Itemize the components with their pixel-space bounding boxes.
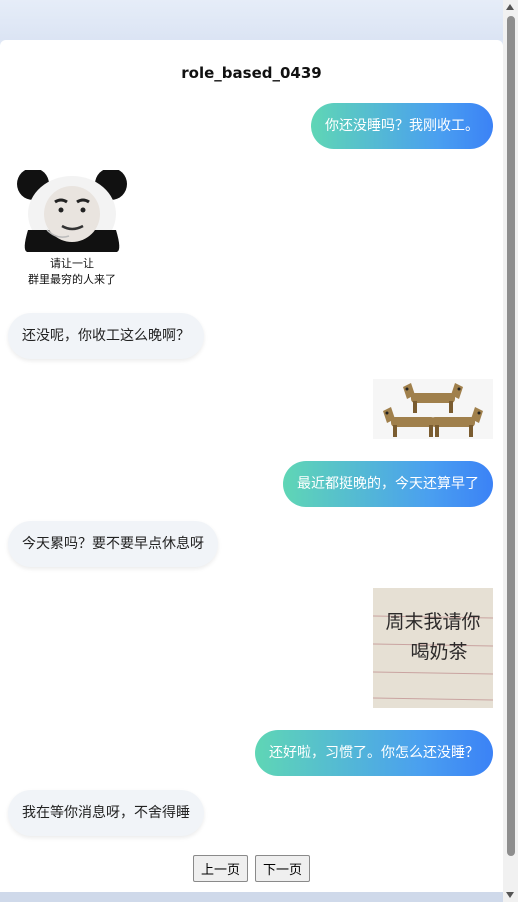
panda-meme-sticker[interactable]: 请让一让 群里最穷的人来了 xyxy=(17,168,127,290)
prev-page-button[interactable]: 上一页 xyxy=(192,855,248,882)
chat-title: role_based_0439 xyxy=(181,64,322,82)
handwritten-note-sticker[interactable]: 周末我请你 喝奶茶 xyxy=(372,588,494,708)
sticker-caption-line1: 请让一让 xyxy=(50,257,94,270)
message-bubble-received: 还没呢，你收工这么晚啊？ xyxy=(8,313,204,359)
next-page-button[interactable]: 下一页 xyxy=(255,855,311,882)
scroll-up-arrow-icon[interactable] xyxy=(506,4,514,10)
vertical-scrollbar[interactable] xyxy=(503,0,518,902)
sticker-caption-line2: 群里最穷的人来了 xyxy=(28,272,116,286)
note-paper-icon: 周末我请你 喝奶茶 xyxy=(372,588,494,708)
message-bubble-received: 今天累吗？要不要早点休息呀 xyxy=(8,521,218,567)
message-bubble-received: 我在等你消息呀，不舍得睡 xyxy=(8,790,204,836)
note-line2: 喝奶茶 xyxy=(410,641,467,663)
scrollbar-thumb[interactable] xyxy=(507,16,515,856)
top-band xyxy=(0,0,503,40)
bottom-band xyxy=(0,892,503,902)
pagination: 上一页 下一页 xyxy=(0,855,503,882)
message-bubble-sent: 还好啦，习惯了。你怎么还没睡？ xyxy=(255,730,493,776)
message-bubble-sent: 你还没睡吗？我刚收工。 xyxy=(311,103,493,149)
horse-icon xyxy=(383,383,483,437)
message-bubble-sent: 最近都挺晚的，今天还算早了 xyxy=(283,461,493,507)
panda-face-icon: 请让一让 群里最穷的人来了 xyxy=(17,168,127,290)
note-line1: 周末我请你 xyxy=(385,611,480,633)
horse-meme-sticker[interactable] xyxy=(373,379,493,439)
scroll-down-arrow-icon[interactable] xyxy=(506,892,514,898)
chat-card: role_based_0439 你还没睡吗？我刚收工。 请让一让 群里最穷的人来… xyxy=(0,40,503,892)
